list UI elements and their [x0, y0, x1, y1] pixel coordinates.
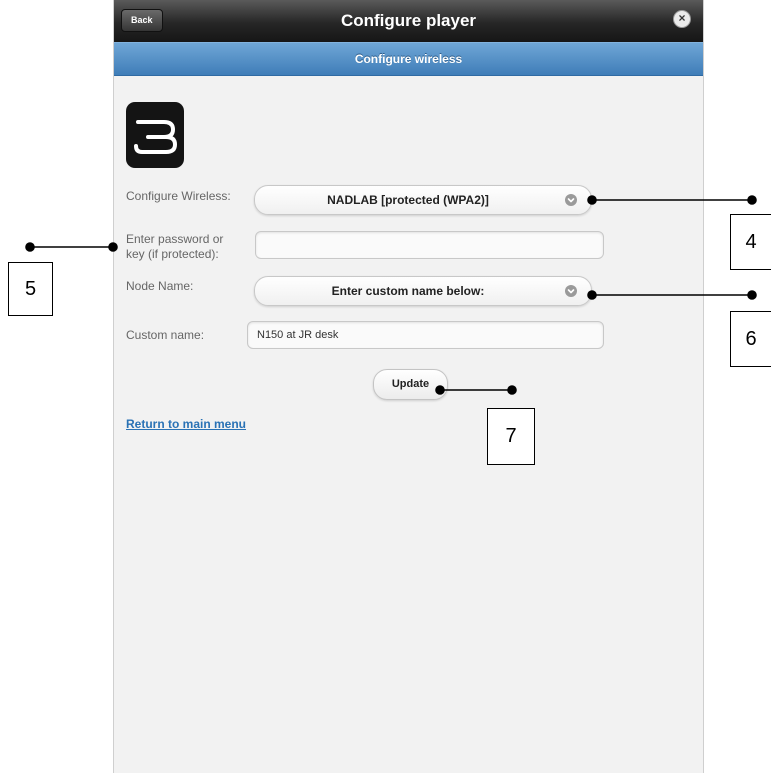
back-button[interactable]: Back [121, 9, 163, 32]
chevron-down-icon [565, 285, 577, 297]
callout-5: 5 [8, 262, 53, 316]
password-label: Enter password or key (if protected): [126, 232, 223, 262]
custom-name-input[interactable]: N150 at JR desk [247, 321, 604, 349]
wireless-label: Configure Wireless: [126, 189, 231, 203]
section-header: Configure wireless [114, 42, 703, 76]
chevron-down-icon [565, 194, 577, 206]
callout-6: 6 [730, 311, 771, 367]
node-name-value: Enter custom name below: [331, 284, 485, 298]
close-icon[interactable]: × [673, 10, 691, 28]
callout-4: 4 [730, 214, 771, 270]
callout-7: 7 [487, 408, 535, 465]
update-button[interactable]: Update [373, 369, 448, 400]
wireless-network-value: NADLAB [protected (WPA2)] [327, 193, 489, 207]
password-input[interactable] [255, 231, 604, 259]
page-title: Configure player [340, 11, 477, 30]
bluos-logo-icon [126, 102, 184, 168]
custom-name-label: Custom name: [126, 328, 205, 342]
title-bar: Back Configure player × [114, 0, 703, 42]
password-label-line1: Enter password or [126, 232, 224, 246]
return-to-main-menu-link[interactable]: Return to main menu [126, 417, 246, 431]
section-title: Configure wireless [354, 52, 463, 66]
password-label-line2: key (if protected): [126, 247, 219, 261]
node-name-label: Node Name: [126, 279, 194, 293]
node-name-select[interactable]: Enter custom name below: [254, 276, 592, 306]
wireless-network-select[interactable]: NADLAB [protected (WPA2)] [254, 185, 592, 215]
app-screen: Back Configure player × Configure wirele… [113, 0, 704, 773]
